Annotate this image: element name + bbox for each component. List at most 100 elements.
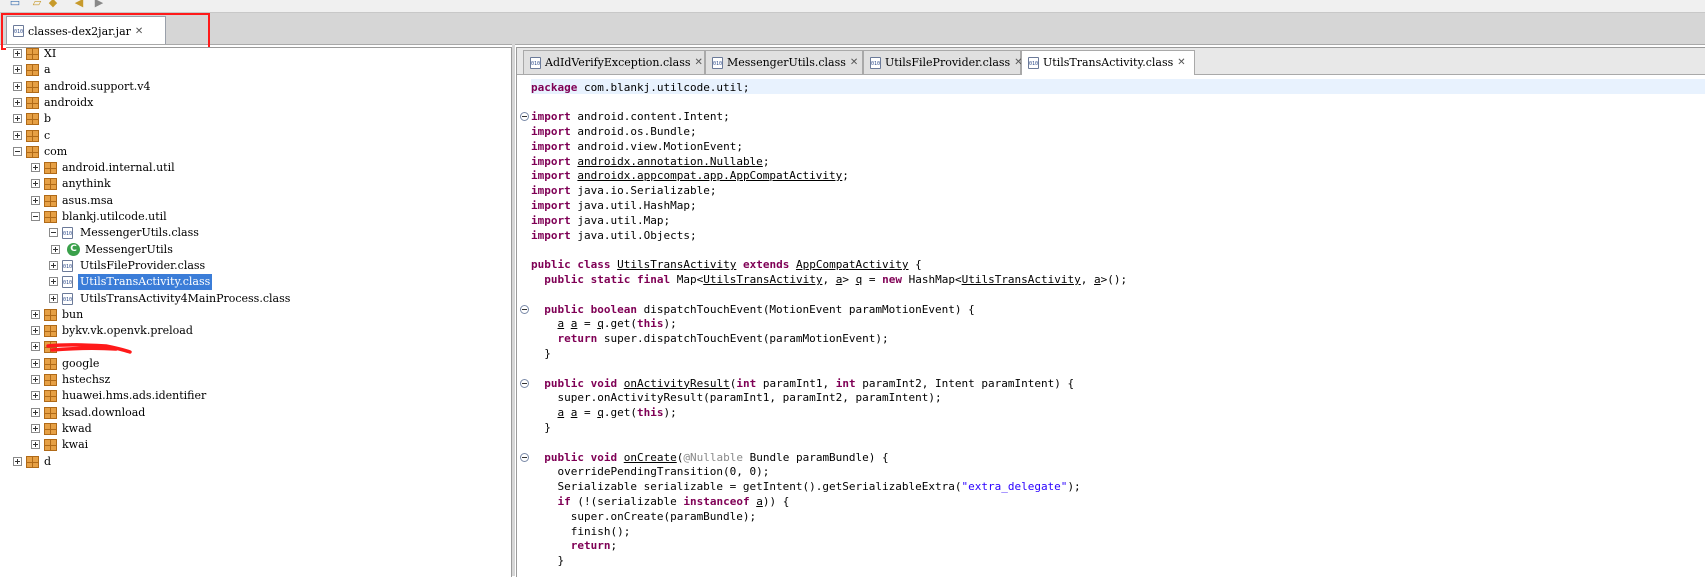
class-file-icon: 010 [62, 276, 73, 289]
tree-package-node[interactable]: com [6, 144, 506, 160]
code-line: a a = q.get(this); [557, 317, 677, 331]
collapse-icon[interactable] [13, 146, 22, 156]
expand-icon[interactable] [13, 49, 22, 58]
expand-icon[interactable] [31, 342, 40, 352]
collapse-icon[interactable] [49, 228, 58, 238]
tree-package-node[interactable]: google [6, 356, 506, 372]
expand-icon[interactable] [13, 130, 22, 140]
expand-icon[interactable] [31, 195, 40, 205]
tree-class-node[interactable]: 010 UtilsTransActivity.class [6, 274, 506, 291]
tree-type-node[interactable]: C MessengerUtils [6, 242, 506, 258]
editor-tab[interactable]: 010 UtilsTransActivity.class ✕ [1021, 50, 1195, 75]
code-line: super.onCreate(paramBundle); [531, 509, 757, 523]
close-icon[interactable]: ✕ [695, 51, 703, 75]
fold-toggle-icon[interactable] [520, 452, 529, 462]
expand-icon[interactable] [31, 423, 40, 433]
open-folder-icon[interactable]: ▱ [30, 0, 44, 9]
class-file-icon: 010 [870, 57, 881, 69]
expand-icon[interactable] [31, 163, 40, 173]
code-line: } [531, 420, 551, 434]
class-file-icon: 010 [62, 259, 73, 272]
tree-package-node[interactable]: kwai [6, 437, 506, 453]
tree-package-node[interactable]: anythink [6, 176, 506, 192]
expand-icon[interactable] [13, 65, 22, 75]
back-arrow-icon[interactable]: ◀ [72, 0, 86, 9]
tree-node-label: UtilsFileProvider.class [80, 258, 206, 272]
tree-node-label: hstechsz [62, 373, 111, 386]
expand-icon[interactable] [31, 179, 40, 189]
code-line: import java.util.Objects; [531, 228, 697, 242]
panel-splitter[interactable] [512, 44, 515, 576]
package-tree: XI a android.support.v4 androidx b c com androi… [6, 47, 512, 577]
code-line: return; [570, 539, 618, 553]
editor-tab[interactable]: 010 UtilsFileProvider.class ✕ [863, 50, 1023, 74]
tree-class-node[interactable]: 010 MessengerUtils.class [6, 225, 506, 241]
tree-node-label: d [44, 454, 52, 468]
tree-package-node[interactable]: XI [6, 48, 506, 62]
expand-icon[interactable] [13, 114, 22, 124]
expand-icon[interactable] [31, 440, 40, 450]
tree-package-node[interactable]: kwad [6, 421, 506, 437]
forward-arrow-icon[interactable]: ▶ [92, 0, 106, 9]
collapse-icon[interactable] [31, 212, 40, 221]
tree-class-node[interactable]: 010 UtilsFileProvider.class [6, 258, 506, 274]
tree-package-node[interactable]: a [6, 62, 506, 78]
code-line: import androidx.appcompat.app.AppCompatA… [531, 169, 849, 183]
tree-package-node[interactable] [6, 339, 506, 355]
expand-icon[interactable] [31, 309, 40, 319]
expand-icon[interactable] [13, 97, 22, 107]
expand-icon[interactable] [31, 375, 40, 384]
tree-package-node[interactable]: blankj.utilcode.util [6, 209, 506, 225]
package-icon [26, 145, 39, 158]
expand-icon[interactable] [51, 244, 60, 254]
package-icon [44, 308, 57, 321]
editor-tab[interactable]: 010 AdIdVerifyException.class ✕ [523, 50, 705, 74]
tree-package-node[interactable]: ksad.download [6, 405, 506, 421]
tree-node-label: blankj.utilcode.util [62, 210, 167, 223]
code-line: a a = q.get(this); [557, 406, 677, 420]
tree-package-node[interactable]: b [6, 111, 506, 127]
code-line: import android.content.Intent; [531, 110, 730, 124]
tree-class-node[interactable]: 010 UtilsTransActivity4MainProcess.class [6, 291, 506, 307]
tree-package-node[interactable]: bykv.vk.openvk.preload [6, 323, 506, 339]
expand-icon[interactable] [13, 456, 22, 466]
expand-icon[interactable] [31, 391, 40, 401]
tree-package-node[interactable]: androidx [6, 95, 506, 111]
fold-toggle-icon[interactable] [520, 304, 529, 314]
code-line: public static final Map<UtilsTransActivi… [544, 272, 1128, 286]
tree-package-node[interactable]: hstechsz [6, 372, 506, 388]
tree-node-label: android.internal.util [62, 161, 175, 175]
tree-package-node[interactable]: huawei.hms.ads.identifier [6, 388, 506, 404]
expand-icon[interactable] [31, 358, 40, 368]
code-line: if (!(serializable instanceof a)) { [557, 494, 790, 508]
open-file-icon[interactable]: ▭ [8, 0, 22, 9]
code-line: } [531, 554, 565, 568]
expand-icon[interactable] [49, 293, 58, 303]
code-line: package com.blankj.utilcode.util; [531, 80, 750, 94]
close-icon[interactable]: ✕ [850, 51, 858, 75]
fold-toggle-icon[interactable] [520, 112, 529, 122]
tree-node-label: MessengerUtils [85, 242, 173, 256]
tree-package-node[interactable]: asus.msa [6, 193, 506, 209]
package-icon [26, 64, 39, 77]
tree-package-node[interactable]: android.internal.util [6, 160, 506, 176]
tree-node-label: ksad.download [62, 405, 146, 419]
expand-icon[interactable] [49, 260, 58, 270]
expand-icon[interactable] [31, 407, 40, 417]
save-icon[interactable]: ◆ [46, 0, 60, 9]
code-line: import androidx.annotation.Nullable; [531, 154, 770, 168]
tree-package-node[interactable]: bun [6, 307, 506, 323]
editor-tab[interactable]: 010 MessengerUtils.class ✕ [705, 50, 863, 74]
expand-icon[interactable] [31, 326, 40, 336]
tree-package-node[interactable]: c [6, 128, 506, 144]
expand-icon[interactable] [13, 81, 22, 91]
close-icon[interactable]: ✕ [1177, 51, 1185, 75]
fold-toggle-icon[interactable] [520, 378, 529, 388]
tree-package-node[interactable]: android.support.v4 [6, 79, 506, 95]
package-icon [44, 357, 57, 370]
expand-icon[interactable] [49, 277, 58, 287]
package-icon [44, 390, 57, 403]
code-view[interactable]: package com.blankj.utilcode.util; import … [517, 75, 1705, 577]
tree-package-node[interactable]: d [6, 454, 506, 470]
package-icon [44, 439, 57, 452]
